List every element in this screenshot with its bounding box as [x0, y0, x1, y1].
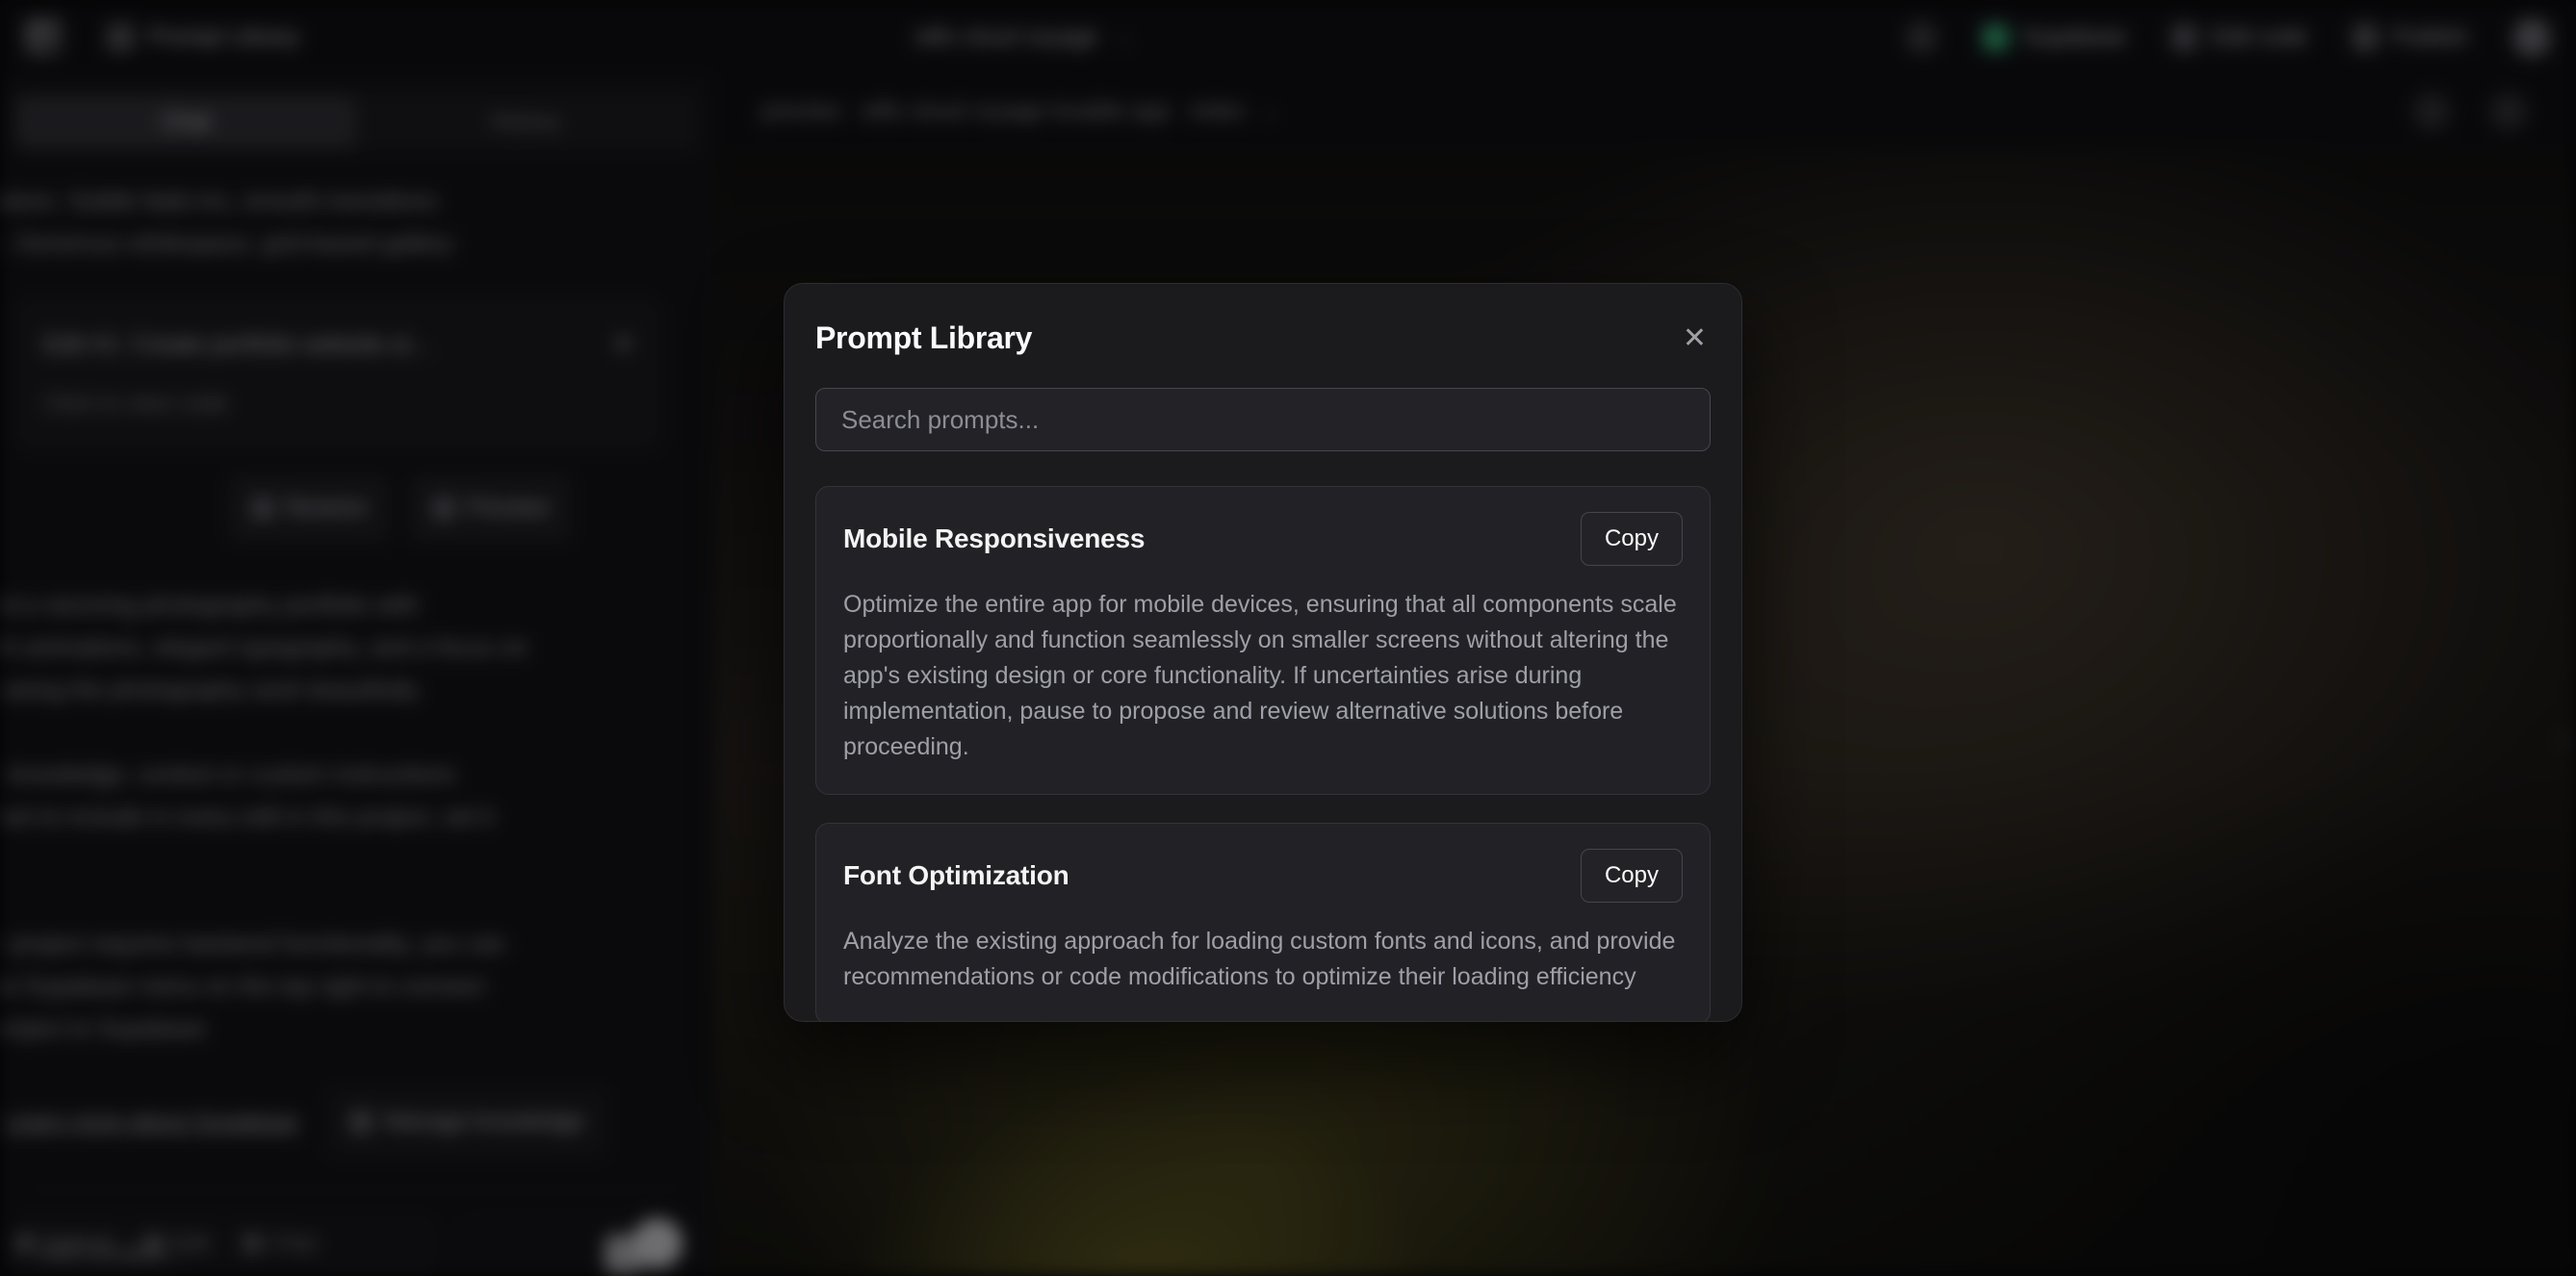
close-icon[interactable]: ✕: [1679, 320, 1711, 357]
prompt-card: Mobile Responsiveness Copy Optimize the …: [815, 486, 1711, 795]
prompt-library-dialog: Prompt Library ✕ Mobile Responsiveness C…: [784, 283, 1742, 1022]
dialog-title: Prompt Library: [815, 320, 1032, 356]
prompt-description: Optimize the entire app for mobile devic…: [843, 587, 1683, 765]
copy-button[interactable]: Copy: [1581, 849, 1683, 903]
search-input[interactable]: [815, 388, 1711, 451]
copy-button[interactable]: Copy: [1581, 512, 1683, 566]
prompt-description: Analyze the existing approach for loadin…: [843, 924, 1683, 995]
prompt-list[interactable]: Mobile Responsiveness Copy Optimize the …: [815, 486, 1711, 1022]
prompt-name: Font Optimization: [843, 860, 1069, 891]
prompt-name: Mobile Responsiveness: [843, 523, 1145, 554]
screen: Prompt Library wflo cloud voyage ⌄ Supab…: [0, 0, 2576, 1276]
prompt-card: Font Optimization Copy Analyze the exist…: [815, 823, 1711, 1022]
